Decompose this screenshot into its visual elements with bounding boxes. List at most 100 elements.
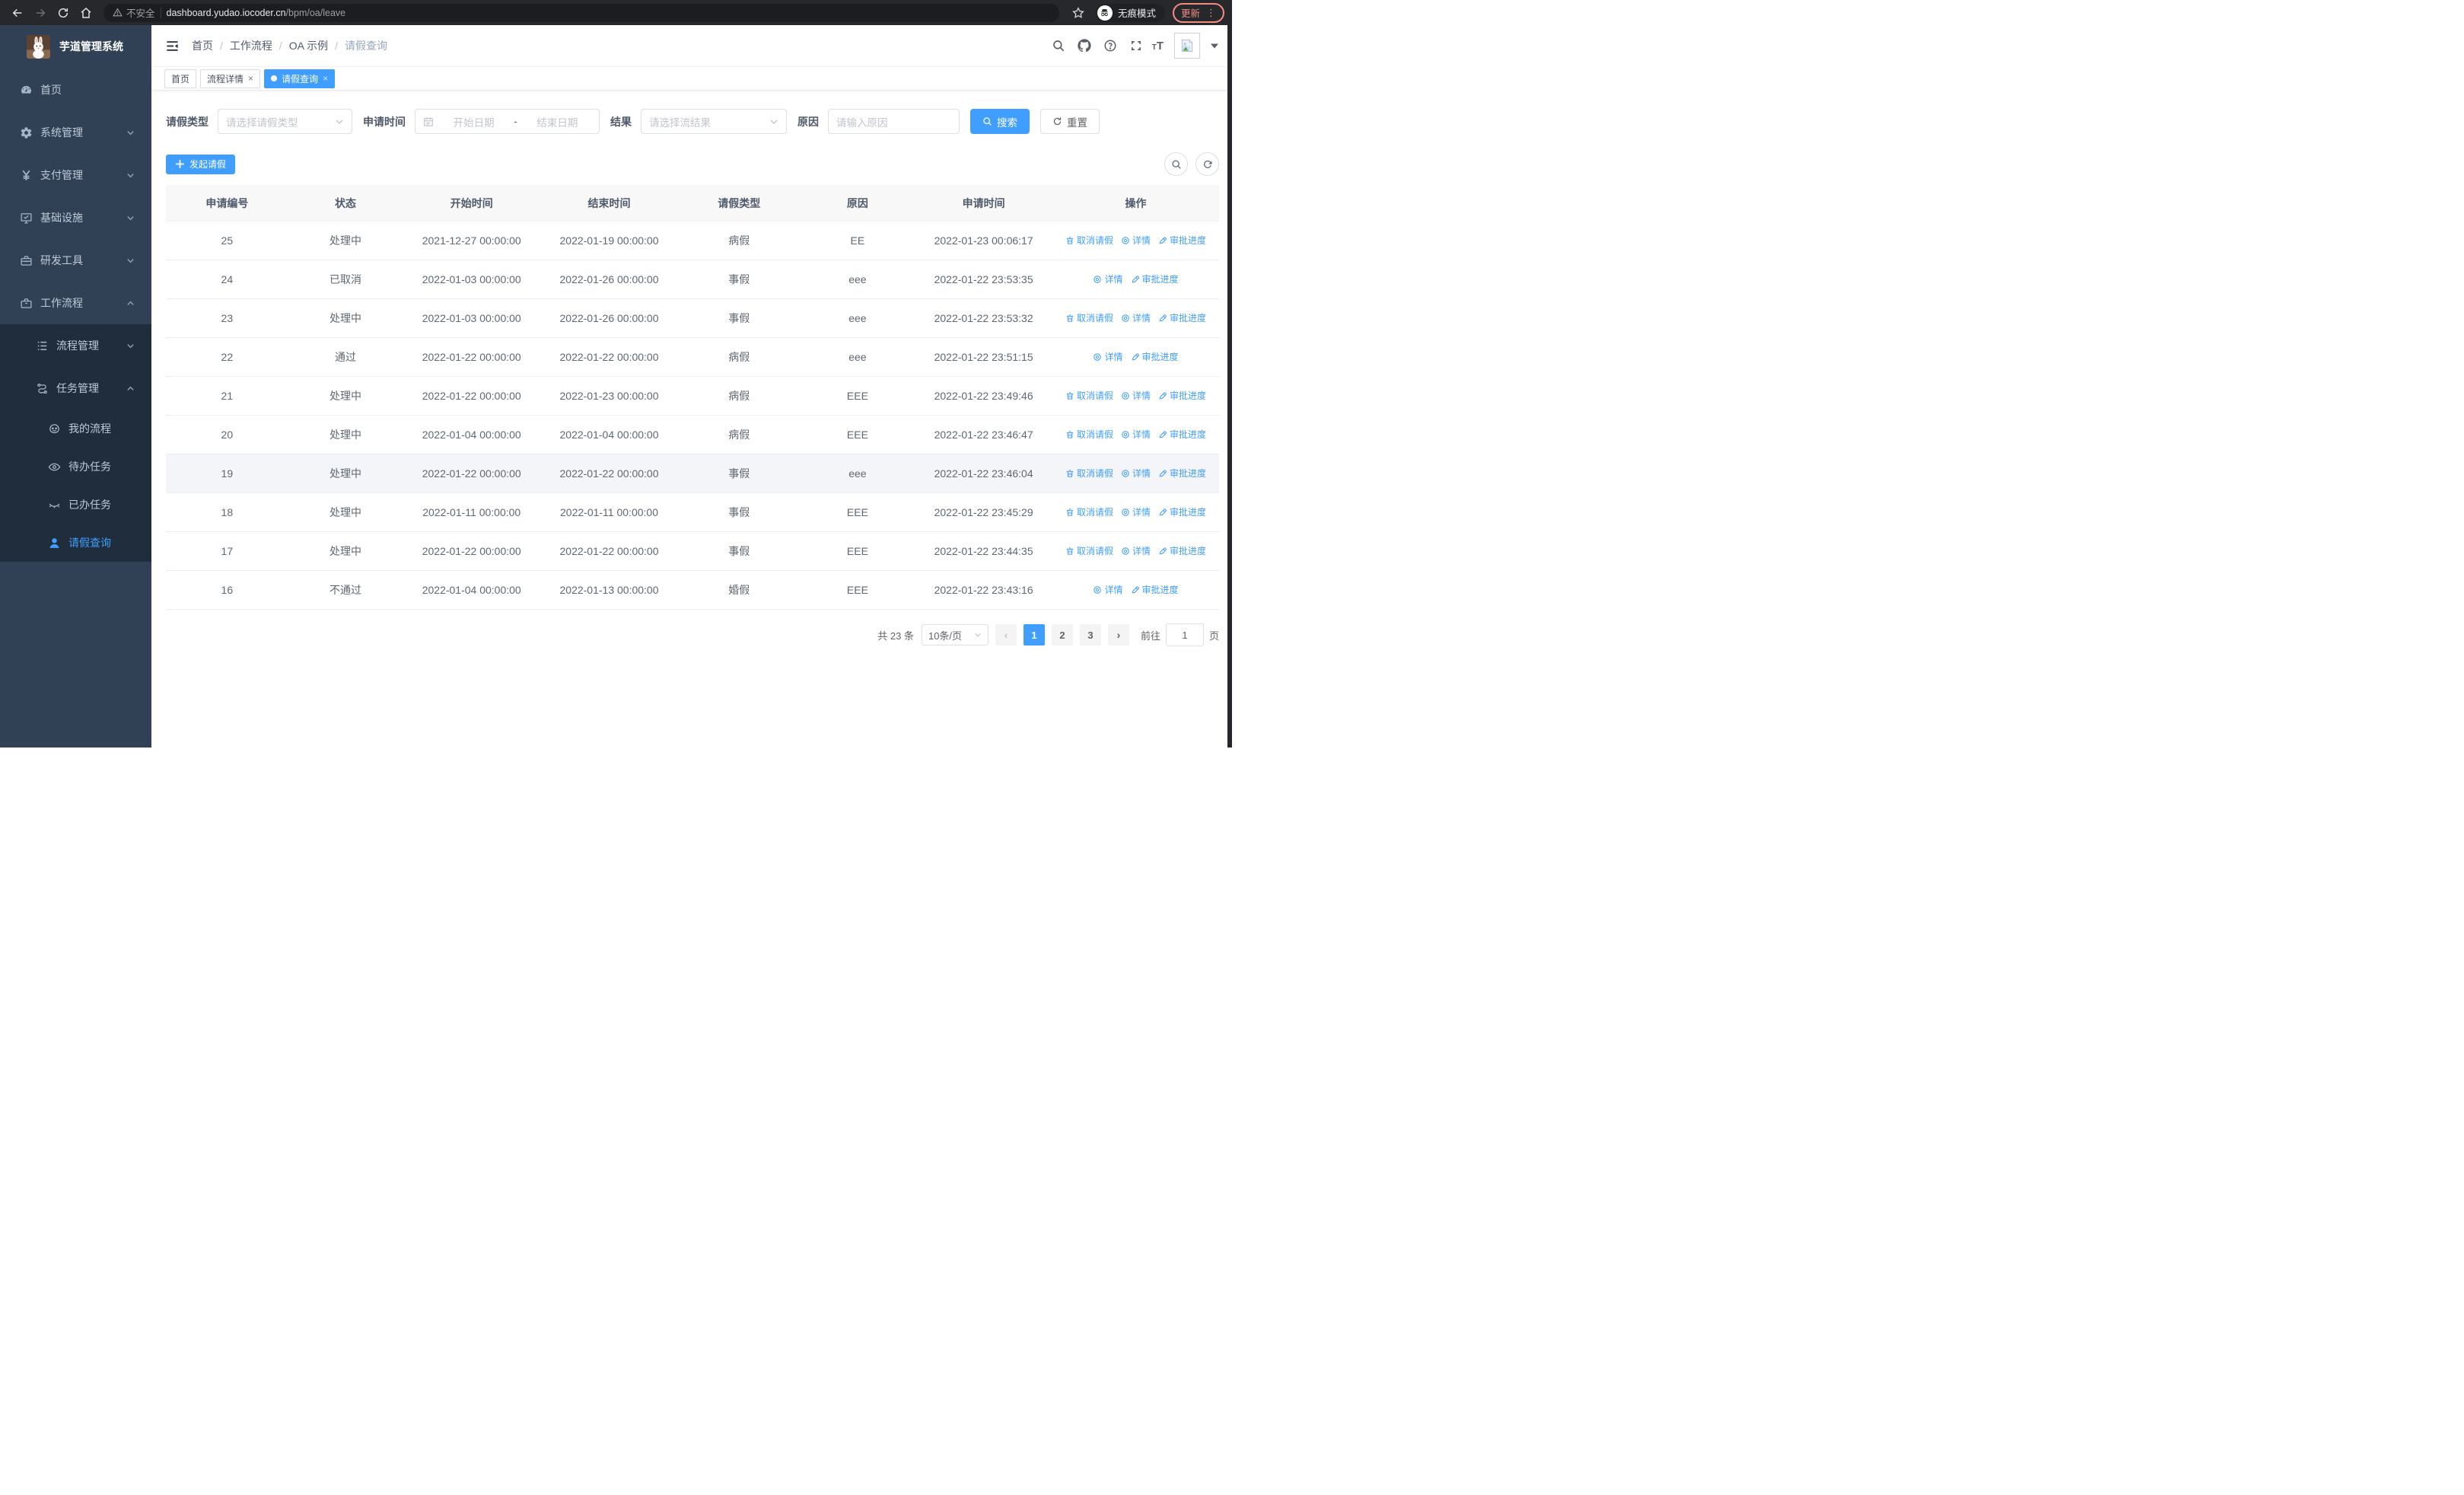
reset-button[interactable]: 重置	[1040, 109, 1100, 134]
incognito-icon	[1097, 5, 1113, 21]
browser-update-button[interactable]: 更新 ⋮	[1172, 2, 1224, 23]
user-icon	[47, 536, 61, 550]
detail-action-link[interactable]: 详情	[1121, 311, 1151, 324]
app-logo-row[interactable]: 芋道管理系统	[0, 27, 151, 65]
page-content: 请假类型 请选择请假类型 申请时间 开始日期 - 结束日期 结果 请选择流结果 …	[151, 91, 1232, 748]
leave-type-select[interactable]: 请选择请假类型	[218, 109, 352, 134]
reason-input[interactable]: 请输入原因	[828, 109, 960, 134]
progress-action-link[interactable]: 审批进度	[1131, 350, 1179, 363]
cancel-action-link[interactable]: 取消请假	[1065, 389, 1113, 402]
detail-action-link[interactable]: 详情	[1121, 389, 1151, 402]
breadcrumb-item-0[interactable]: 首页	[192, 38, 213, 53]
cell-type: 病假	[677, 376, 801, 416]
detail-action-link[interactable]: 详情	[1121, 467, 1151, 480]
address-bar[interactable]: 不安全 dashboard.yudao.iocoder.cn/bpm/oa/le…	[103, 3, 1059, 22]
page-button-3[interactable]: 3	[1079, 624, 1101, 645]
font-size-icon[interactable]: TT	[1152, 40, 1164, 52]
detail-action-link[interactable]: 详情	[1121, 505, 1151, 518]
close-icon[interactable]: ×	[248, 74, 253, 83]
breadcrumb-item-2[interactable]: OA 示例	[289, 38, 328, 53]
sidebar-collapse-icon[interactable]	[165, 39, 180, 53]
browser-menu-icon[interactable]: ⋮	[1206, 7, 1216, 19]
page-button-2[interactable]: 2	[1051, 624, 1073, 645]
end-date-placeholder[interactable]: 结束日期	[524, 114, 591, 129]
create-leave-button[interactable]: 发起请假	[166, 154, 236, 174]
user-avatar[interactable]	[1174, 33, 1200, 59]
apply-time-range-picker[interactable]: 开始日期 - 结束日期	[415, 109, 600, 134]
sidebar-item-2[interactable]: 支付管理	[0, 154, 151, 196]
github-icon[interactable]	[1074, 36, 1094, 56]
detail-action-link[interactable]: 详情	[1093, 583, 1123, 596]
progress-action-link[interactable]: 审批进度	[1158, 311, 1206, 324]
detail-action-link[interactable]: 详情	[1093, 350, 1123, 363]
calendar-icon	[424, 116, 433, 126]
pen-icon	[1158, 547, 1167, 556]
tab-tag-0[interactable]: 首页	[164, 69, 197, 88]
sidebar-item-10[interactable]: 已办任务	[0, 486, 151, 524]
sidebar-item-1[interactable]: 系统管理	[0, 111, 151, 154]
browser-forward-button[interactable]	[30, 3, 50, 23]
pen-icon	[1131, 585, 1140, 594]
table-toolbar: 发起请假	[166, 152, 1219, 176]
close-icon[interactable]: ×	[323, 74, 328, 83]
progress-action-link[interactable]: 审批进度	[1131, 583, 1179, 596]
sidebar-item-6[interactable]: 流程管理	[0, 324, 151, 367]
sidebar-item-0[interactable]: 首页	[0, 69, 151, 111]
prev-page-button[interactable]: ‹	[995, 624, 1017, 645]
browser-back-button[interactable]	[8, 3, 27, 23]
help-icon[interactable]	[1100, 36, 1120, 56]
search-button[interactable]: 搜索	[970, 109, 1030, 134]
sidebar-item-3[interactable]: 基础设施	[0, 196, 151, 239]
cell-applied: 2022-01-22 23:44:35	[915, 531, 1052, 571]
progress-action-link[interactable]: 审批进度	[1131, 273, 1179, 285]
fullscreen-icon[interactable]	[1126, 36, 1146, 56]
detail-action-link[interactable]: 详情	[1121, 428, 1151, 441]
start-date-placeholder[interactable]: 开始日期	[440, 114, 508, 129]
detail-action-link[interactable]: 详情	[1121, 544, 1151, 557]
cancel-action-link[interactable]: 取消请假	[1065, 467, 1113, 480]
progress-action-link[interactable]: 审批进度	[1158, 234, 1206, 247]
goto-page-input[interactable]	[1165, 623, 1204, 646]
progress-action-link[interactable]: 审批进度	[1158, 544, 1206, 557]
pen-icon	[1158, 236, 1167, 245]
monitor-icon	[19, 211, 33, 225]
next-page-button[interactable]: ›	[1107, 624, 1129, 645]
cancel-action-link[interactable]: 取消请假	[1065, 234, 1113, 247]
sidebar-item-7[interactable]: 任务管理	[0, 367, 151, 410]
cell-reason: eee	[800, 260, 915, 299]
sidebar-item-9[interactable]: 待办任务	[0, 448, 151, 486]
cancel-action-link[interactable]: 取消请假	[1065, 505, 1113, 518]
tab-tag-2[interactable]: 请假查询 ×	[264, 69, 336, 88]
search-icon	[1171, 159, 1181, 169]
cancel-action-link[interactable]: 取消请假	[1065, 428, 1113, 441]
chevron-down-icon	[126, 171, 135, 180]
browser-home-button[interactable]	[76, 3, 96, 23]
detail-action-link[interactable]: 详情	[1121, 234, 1151, 247]
page-button-1[interactable]: 1	[1023, 624, 1045, 645]
detail-action-link[interactable]: 详情	[1093, 273, 1123, 285]
page-size-select[interactable]: 10条/页	[921, 624, 988, 645]
tab-tag-1[interactable]: 流程详情 ×	[200, 69, 261, 88]
chevron-down-icon[interactable]	[1211, 42, 1218, 49]
view-icon	[1121, 547, 1130, 556]
progress-action-link[interactable]: 审批进度	[1158, 389, 1206, 402]
browser-reload-button[interactable]	[53, 3, 73, 23]
progress-action-link[interactable]: 审批进度	[1158, 428, 1206, 441]
refresh-table-button[interactable]	[1195, 152, 1219, 176]
result-select[interactable]: 请选择流结果	[641, 109, 787, 134]
sidebar-item-5[interactable]: 工作流程	[0, 282, 151, 324]
sidebar-item-11[interactable]: 请假查询	[0, 524, 151, 562]
insecure-warning[interactable]: 不安全	[113, 5, 155, 20]
cell-applied: 2022-01-22 23:46:47	[915, 415, 1052, 454]
sidebar-item-4[interactable]: 研发工具	[0, 239, 151, 282]
search-icon[interactable]	[1049, 36, 1068, 56]
sidebar-item-8[interactable]: 我的流程	[0, 410, 151, 448]
bookmark-star-icon[interactable]	[1068, 3, 1088, 23]
browser-scrollbar[interactable]	[1227, 25, 1232, 748]
progress-action-link[interactable]: 审批进度	[1158, 467, 1206, 480]
toggle-search-button[interactable]	[1164, 152, 1188, 176]
progress-action-link[interactable]: 审批进度	[1158, 505, 1206, 518]
cancel-action-link[interactable]: 取消请假	[1065, 544, 1113, 557]
cancel-action-link[interactable]: 取消请假	[1065, 311, 1113, 324]
breadcrumb-item-1[interactable]: 工作流程	[230, 38, 272, 53]
